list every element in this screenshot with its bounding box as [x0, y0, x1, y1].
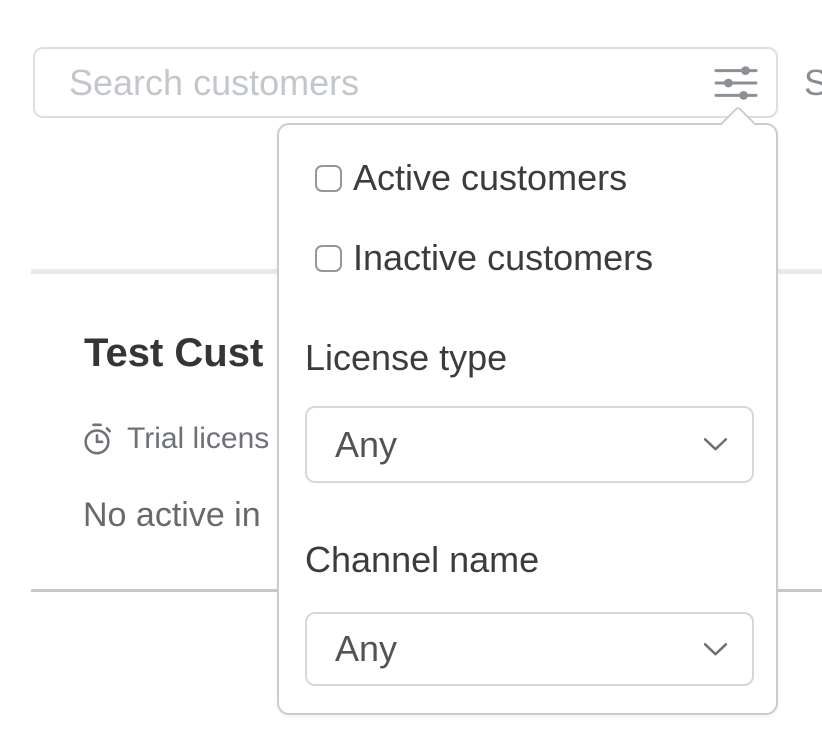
- chevron-down-icon: [703, 642, 728, 657]
- active-customers-label: Active customers: [353, 158, 627, 198]
- channel-name-label: Channel name: [305, 542, 539, 578]
- inactive-customers-label: Inactive customers: [353, 238, 653, 278]
- filter-button[interactable]: [712, 59, 760, 107]
- inactive-customers-checkbox[interactable]: [315, 245, 342, 272]
- checkbox-row-active-customers[interactable]: Active customers: [315, 158, 627, 198]
- trial-license-label: Trial licens: [127, 422, 269, 456]
- filter-popover: Active customers Inactive customers Lice…: [277, 123, 778, 715]
- license-type-value: Any: [335, 424, 397, 466]
- search-bar: [33, 47, 778, 118]
- sliders-icon: [713, 64, 759, 102]
- customers-page: Test Cust Trial licens No active in: [0, 0, 822, 756]
- license-type-select[interactable]: Any: [305, 406, 754, 483]
- checkbox-row-inactive-customers[interactable]: Inactive customers: [315, 238, 653, 278]
- customer-name-heading: Test Cust: [84, 330, 263, 376]
- channel-name-value: Any: [335, 628, 397, 670]
- sort-label-clipped[interactable]: S: [804, 62, 822, 104]
- license-type-label: License type: [305, 340, 507, 376]
- customer-status-text: No active in: [83, 496, 261, 535]
- trial-license-badge: Trial licens: [80, 422, 269, 456]
- search-input[interactable]: [35, 49, 712, 116]
- chevron-down-icon: [703, 437, 728, 452]
- channel-name-select[interactable]: Any: [305, 612, 754, 686]
- active-customers-checkbox[interactable]: [315, 165, 342, 192]
- stopwatch-icon: [80, 422, 114, 456]
